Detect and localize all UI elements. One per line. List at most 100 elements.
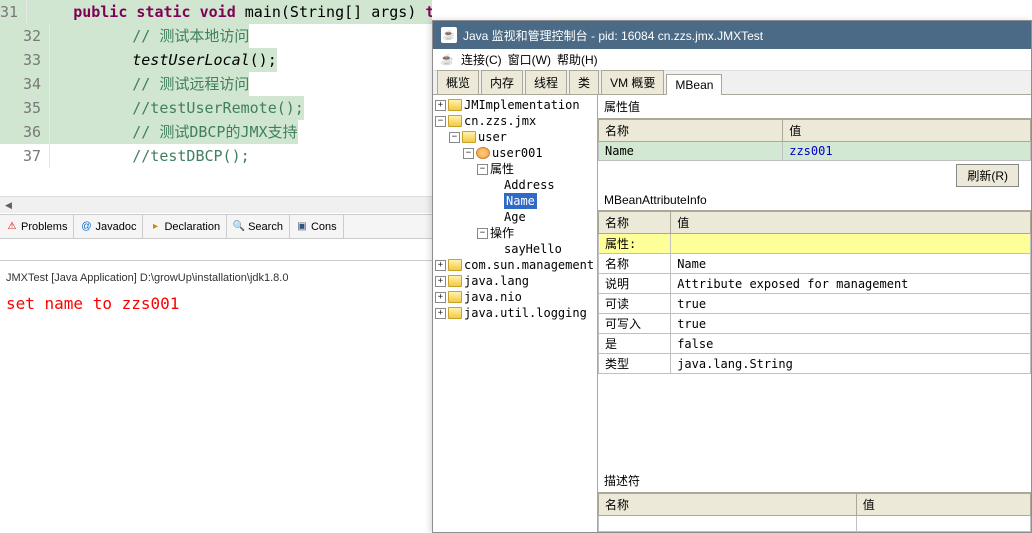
view-tab[interactable]: ▸Declaration xyxy=(143,215,227,238)
mbean-tree[interactable]: +JMImplementation−cn.zzs.jmx−user−user00… xyxy=(433,95,598,532)
tree-node[interactable]: + JMImplementation xyxy=(435,97,595,113)
tree-label[interactable]: Age xyxy=(504,209,526,225)
col-name: 名称 xyxy=(599,212,671,234)
jc-tab[interactable]: 类 xyxy=(569,70,599,94)
tab-icon: ▸ xyxy=(149,221,161,233)
window-title: Java 监视和管理控制台 - pid: 16084 cn.zzs.jmx.JM… xyxy=(463,27,763,44)
cell-name: 属性: xyxy=(599,234,671,254)
refresh-button[interactable]: 刷新(R) xyxy=(956,164,1019,187)
java-icon: ☕ xyxy=(439,52,455,68)
code-text[interactable]: // 测试远程访问 xyxy=(50,72,249,96)
tree-toggle-icon[interactable]: + xyxy=(435,308,446,319)
cell-name: 可写入 xyxy=(599,314,671,334)
cell-name: 说明 xyxy=(599,274,671,294)
code-line[interactable]: 36 // 测试DBCP的JMX支持 xyxy=(0,120,432,144)
tree-node[interactable]: sayHello xyxy=(435,241,595,257)
tree-label[interactable]: user001 xyxy=(492,145,543,161)
tree-label[interactable]: Name xyxy=(504,193,537,209)
tree-label[interactable]: Address xyxy=(504,177,555,193)
code-line[interactable]: 31 public static void main(String[] args… xyxy=(0,0,432,24)
detail-pane: 属性值 名称值 Namezzs001 刷新(R) MBeanAttributeI… xyxy=(598,95,1031,532)
code-line[interactable]: 33 testUserLocal(); xyxy=(0,48,432,72)
jc-tab[interactable]: 概览 xyxy=(437,70,479,94)
tree-node[interactable]: Address xyxy=(435,177,595,193)
code-text[interactable]: // 测试本地访问 xyxy=(50,24,249,48)
line-number: 37 xyxy=(0,144,50,168)
tree-leaf-icon xyxy=(491,196,502,207)
tree-label[interactable]: java.lang xyxy=(464,273,529,289)
jc-tab[interactable]: VM 概要 xyxy=(601,70,664,94)
tree-node[interactable]: Name xyxy=(435,193,595,209)
view-tab[interactable]: ▣Cons xyxy=(290,215,344,238)
attr-section-title: 属性值 xyxy=(598,95,1031,119)
tree-toggle-icon[interactable]: − xyxy=(463,148,474,159)
java-icon: ☕ xyxy=(441,27,457,43)
menu-item[interactable]: 连接(C) xyxy=(461,51,502,68)
table-row: 是false xyxy=(599,334,1031,354)
attr-row[interactable]: Namezzs001 xyxy=(599,142,1031,161)
jc-tab[interactable]: 线程 xyxy=(525,70,567,94)
tree-label[interactable]: cn.zzs.jmx xyxy=(464,113,536,129)
cell-name: 可读 xyxy=(599,294,671,314)
menu-item[interactable]: 窗口(W) xyxy=(508,51,551,68)
code-line[interactable]: 32 // 测试本地访问 xyxy=(0,24,432,48)
tree-node[interactable]: − user001 xyxy=(435,145,595,161)
tree-toggle-icon[interactable]: + xyxy=(435,276,446,287)
tree-node[interactable]: − user xyxy=(435,129,595,145)
code-text[interactable]: //testDBCP(); xyxy=(50,144,250,168)
code-text[interactable]: // 测试DBCP的JMX支持 xyxy=(50,120,298,144)
code-text[interactable]: //testUserRemote(); xyxy=(50,96,304,120)
jc-tab[interactable]: MBean xyxy=(666,74,722,95)
tree-toggle-icon[interactable]: + xyxy=(435,100,446,111)
tree-toggle-icon[interactable]: + xyxy=(435,292,446,303)
table-row xyxy=(599,516,1031,532)
tree-toggle-icon[interactable]: − xyxy=(477,164,488,175)
tree-label[interactable]: java.util.logging xyxy=(464,305,587,321)
cell-value xyxy=(671,234,1031,254)
folder-icon xyxy=(448,291,462,303)
menu-item[interactable]: 帮助(H) xyxy=(557,51,598,68)
code-line[interactable]: 34 // 测试远程访问 xyxy=(0,72,432,96)
tab-label: Search xyxy=(248,221,283,233)
code-text[interactable]: public static void main(String[] args) t… xyxy=(27,0,432,24)
code-line[interactable]: 35 //testUserRemote(); xyxy=(0,96,432,120)
code-line[interactable]: 37 //testDBCP(); xyxy=(0,144,432,168)
desc-table: 名称值 xyxy=(598,493,1031,532)
view-tab[interactable]: ⚠Problems xyxy=(0,215,74,238)
menubar: ☕ 连接(C) 窗口(W) 帮助(H) xyxy=(433,49,1031,71)
window-titlebar[interactable]: ☕ Java 监视和管理控制台 - pid: 16084 cn.zzs.jmx.… xyxy=(433,21,1031,49)
tree-label[interactable]: 操作 xyxy=(490,225,514,241)
code-text[interactable]: testUserLocal(); xyxy=(50,48,277,72)
cell-name: 名称 xyxy=(599,254,671,274)
tree-toggle-icon[interactable]: − xyxy=(477,228,488,239)
tree-label[interactable]: user xyxy=(478,129,507,145)
cell-value: false xyxy=(671,334,1031,354)
tree-label[interactable]: 属性 xyxy=(490,161,514,177)
tab-icon: ⚠ xyxy=(6,221,18,233)
tree-node[interactable]: + java.util.logging xyxy=(435,305,595,321)
tree-toggle-icon[interactable]: + xyxy=(435,260,446,271)
tree-node[interactable]: + com.sun.management xyxy=(435,257,595,273)
tree-leaf-icon xyxy=(491,180,502,191)
tree-node[interactable]: + java.nio xyxy=(435,289,595,305)
table-row: 说明Attribute exposed for management xyxy=(599,274,1031,294)
tree-label[interactable]: com.sun.management xyxy=(464,257,594,273)
col-value: 值 xyxy=(783,120,1031,142)
tree-toggle-icon[interactable]: − xyxy=(449,132,460,143)
editor-hscroll[interactable]: ◀ xyxy=(0,196,432,213)
tree-toggle-icon[interactable]: − xyxy=(435,116,446,127)
jc-tab[interactable]: 内存 xyxy=(481,70,523,94)
tree-label[interactable]: sayHello xyxy=(504,241,562,257)
tree-node[interactable]: − cn.zzs.jmx xyxy=(435,113,595,129)
tree-label[interactable]: JMImplementation xyxy=(464,97,580,113)
tree-node[interactable]: Age xyxy=(435,209,595,225)
tab-label: Declaration xyxy=(164,221,220,233)
tree-label[interactable]: java.nio xyxy=(464,289,522,305)
tab-icon: ▣ xyxy=(296,221,308,233)
view-tab[interactable]: 🔍Search xyxy=(227,215,290,238)
tree-node[interactable]: −操作 xyxy=(435,225,595,241)
tree-node[interactable]: + java.lang xyxy=(435,273,595,289)
tree-node[interactable]: −属性 xyxy=(435,161,595,177)
scroll-left-icon[interactable]: ◀ xyxy=(0,197,17,214)
view-tab[interactable]: @Javadoc xyxy=(74,215,143,238)
